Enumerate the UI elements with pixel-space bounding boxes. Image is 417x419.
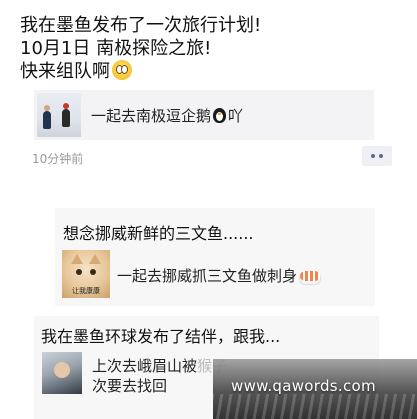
cat-eye <box>76 269 82 275</box>
link-title-suffix: 吖 <box>228 107 244 125</box>
link-line-1: 上次去峨眉山被 <box>92 357 198 375</box>
thumbnail-caption: 让我康康 <box>72 287 100 295</box>
antarctica-thumbnail <box>37 93 81 137</box>
post-text-line-2: 10月1日 南极探险之旅! <box>20 38 212 59</box>
shared-link-card[interactable]: 一起去南极逗企鹅吖 <box>34 90 374 140</box>
smiley-face-icon <box>112 60 132 80</box>
post-text-line-1: 我在墨鱼发布了一次旅行计划! <box>20 15 262 36</box>
cat-thumbnail: 让我康康 <box>62 250 110 298</box>
feed-post-1: 我在墨鱼发布了一次旅行计划! 10月1日 南极探险之旅! 快来组队啊 <box>20 14 395 83</box>
cat-ear <box>89 254 101 264</box>
post-timestamp: 10分钟前 <box>32 152 84 166</box>
cat-ear <box>71 254 83 264</box>
more-dots-icon[interactable] <box>362 146 392 166</box>
link-title-text: 一起去南极逗企鹅 <box>91 107 212 125</box>
moments-feed: 我在墨鱼发布了一次旅行计划! 10月1日 南极探险之旅! 快来组队啊 一起去南极… <box>0 0 417 419</box>
watermark-text: www.qawords.com <box>231 377 376 395</box>
link-title: 一起去挪威抓三文鱼做刺身 <box>117 265 321 286</box>
post-text-line-3: 快来组队啊 <box>20 61 110 82</box>
link-title: 一起去南极逗企鹅吖 <box>91 105 243 126</box>
post-title: 我在墨鱼环球发布了结伴，跟我... <box>41 327 281 346</box>
watermark: www.qawords.com <box>213 359 417 419</box>
dot <box>371 154 375 158</box>
person-thumbnail <box>42 352 82 394</box>
post-title: 想念挪威新鲜的三文鱼...... <box>63 224 254 243</box>
penguin-icon <box>213 108 227 123</box>
link-line-2: 次要去找回 <box>92 377 168 395</box>
person-figure <box>62 103 70 127</box>
sushi-icon <box>300 271 321 281</box>
person-figure <box>43 105 51 129</box>
dot <box>379 154 383 158</box>
feed-post-2[interactable]: 想念挪威新鲜的三文鱼...... 让我康康 一起去挪威抓三文鱼做刺身 <box>55 208 375 306</box>
post-text: 我在墨鱼发布了一次旅行计划! 10月1日 南极探险之旅! 快来组队啊 <box>20 14 395 83</box>
cat-eye <box>90 269 96 275</box>
link-title-text: 一起去挪威抓三文鱼做刺身 <box>117 267 298 285</box>
